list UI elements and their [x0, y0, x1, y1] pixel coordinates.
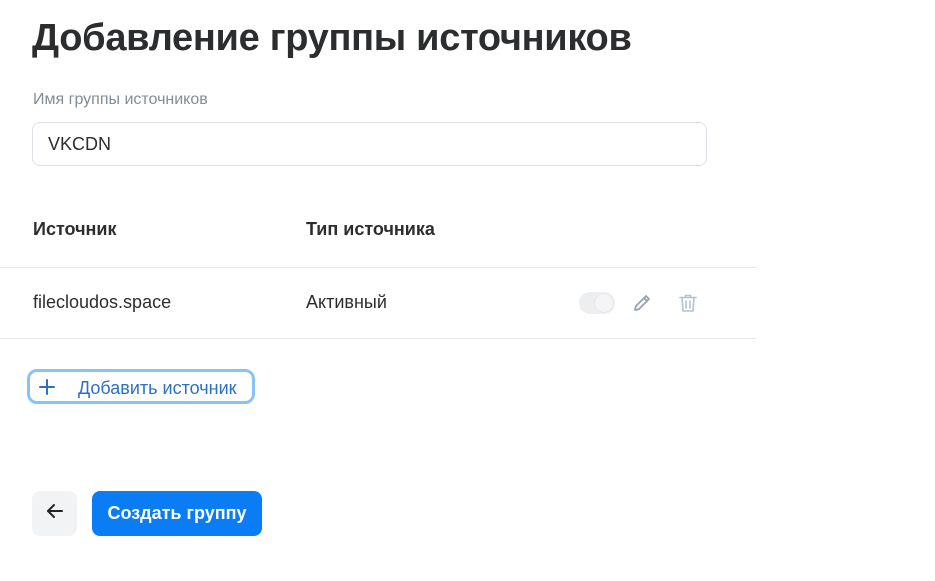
source-type-cell: Активный — [306, 292, 387, 312]
create-group-button[interactable]: Создать группу — [92, 491, 262, 536]
add-source-button[interactable]: Добавить источник — [27, 369, 255, 404]
pencil-icon[interactable] — [631, 292, 653, 314]
add-source-label: Добавить источник — [78, 378, 237, 398]
trash-icon[interactable] — [677, 292, 699, 314]
back-button[interactable] — [32, 491, 77, 536]
group-name-input[interactable] — [32, 122, 707, 166]
column-header-source: Источник — [33, 219, 117, 239]
source-name-cell: filecloudos.space — [33, 292, 172, 312]
source-enabled-toggle[interactable] — [579, 292, 615, 314]
column-header-source-type: Тип источника — [306, 219, 435, 239]
arrow-left-icon — [45, 501, 65, 526]
page-title: Добавление группы источников — [32, 17, 632, 59]
table-divider-bottom — [0, 338, 756, 339]
toggle-knob — [595, 294, 613, 312]
table-row: filecloudos.space Активный — [0, 268, 756, 338]
plus-icon — [38, 378, 56, 396]
group-name-label: Имя группы источников — [33, 91, 208, 108]
